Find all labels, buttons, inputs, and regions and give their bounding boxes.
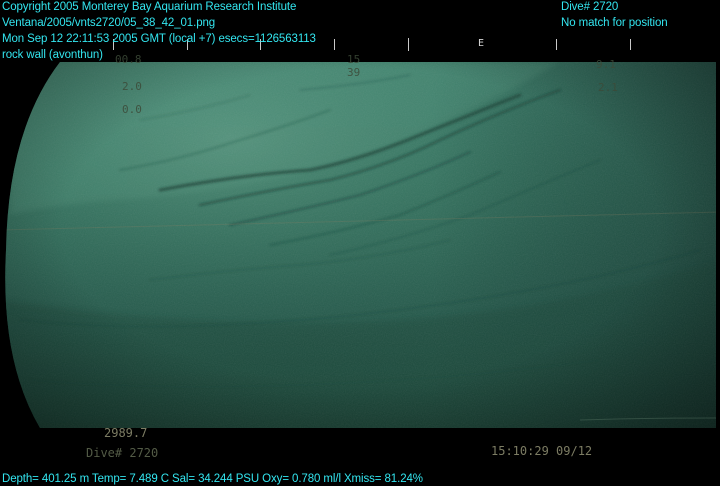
timestamp-line: Mon Sep 12 22:11:53 2005 GMT (local +7) … (2, 33, 316, 45)
heading-label: E (478, 38, 485, 49)
camera-overlay-value: 39 (347, 66, 361, 79)
annotation-line: rock wall (avonthun) (2, 49, 103, 61)
camera-dive-readout: Dive# 2720 (86, 446, 159, 460)
position-status: No match for position (561, 17, 668, 29)
telemetry-line: Depth= 401.25 m Temp= 7.489 C Sal= 34.24… (2, 473, 423, 485)
copyright-line: Copyright 2005 Monterey Bay Aquarium Res… (2, 1, 297, 13)
heading-tick (334, 39, 335, 50)
camera-overlay-value: 2.1 (598, 81, 618, 94)
heading-tick (556, 39, 557, 50)
camera-overlay-value: 2.0 (122, 80, 142, 93)
file-path-line: Ventana/2005/vnts2720/05_38_42_01.png (2, 17, 216, 29)
frame-grab: E 00.8 2.0 0.0 15 39 9.1 2.1 2989.7 Dive… (0, 0, 720, 486)
dive-info: Dive# 2720 No match for position (561, 0, 668, 31)
dive-number: Dive# 2720 (561, 1, 619, 13)
heading-tick (630, 39, 631, 50)
camera-overlay-value: 0.0 (122, 103, 142, 116)
camera-time-readout: 15:10:29 09/12 (491, 444, 593, 458)
heading-tick (408, 38, 409, 51)
camera-depth-readout: 2989.7 (104, 426, 148, 440)
header-info: Copyright 2005 Monterey Bay Aquarium Res… (2, 0, 316, 63)
camera-overlay-value: 15 (347, 53, 361, 66)
camera-overlay-value: 9.1 (596, 58, 616, 71)
